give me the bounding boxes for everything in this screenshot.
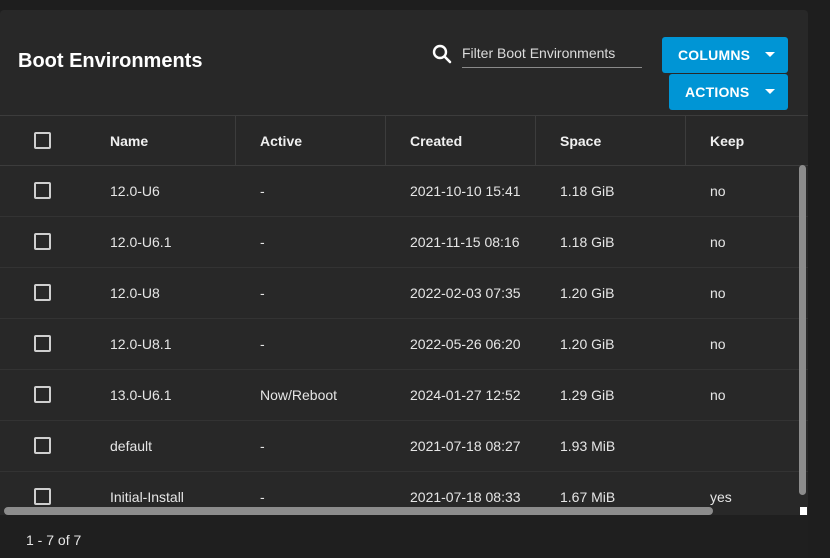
column-divider: [535, 116, 536, 165]
column-header-name[interactable]: Name: [110, 116, 148, 165]
page-title: Boot Environments: [18, 50, 203, 72]
chevron-down-icon: [752, 88, 788, 96]
cell-keep: no: [710, 234, 726, 250]
row-checkbox[interactable]: [34, 488, 51, 505]
cell-created: 2022-05-26 06:20: [410, 336, 521, 352]
table-row[interactable]: 12.0-U6.1 - 2021-11-15 08:16 1.18 GiB no: [0, 217, 808, 268]
cell-active: -: [260, 234, 265, 250]
row-checkbox[interactable]: [34, 335, 51, 352]
column-header-created[interactable]: Created: [410, 116, 462, 165]
table-row[interactable]: 12.0-U6 - 2021-10-10 15:41 1.18 GiB no: [0, 166, 808, 217]
cell-space: 1.18 GiB: [560, 183, 615, 199]
cell-space: 1.29 GiB: [560, 387, 615, 403]
cell-name: 12.0-U8.1: [110, 336, 172, 352]
column-header-space[interactable]: Space: [560, 116, 601, 165]
column-divider: [385, 116, 386, 165]
cell-space: 1.20 GiB: [560, 285, 615, 301]
select-all-checkbox[interactable]: [34, 132, 51, 149]
table-row[interactable]: default - 2021-07-18 08:27 1.93 MiB: [0, 421, 808, 472]
cell-name: 12.0-U6.1: [110, 234, 172, 250]
cell-name: 12.0-U6: [110, 183, 160, 199]
cell-name: default: [110, 438, 153, 454]
cell-space: 1.18 GiB: [560, 234, 615, 250]
cell-created: 2022-02-03 07:35: [410, 285, 521, 301]
cell-created: 2024-01-27 12:52: [410, 387, 521, 403]
column-divider: [235, 116, 236, 165]
table-footer: [0, 515, 808, 558]
row-checkbox[interactable]: [34, 284, 51, 301]
cell-keep: no: [710, 336, 726, 352]
pagination-range: 1 - 7 of 7: [26, 532, 82, 548]
filter-input[interactable]: Filter Boot Environments: [462, 43, 642, 68]
row-checkbox[interactable]: [34, 182, 51, 199]
cell-created: 2021-11-15 08:16: [410, 234, 520, 250]
actions-button-label: ACTIONS: [685, 84, 750, 100]
cell-keep: no: [710, 387, 726, 403]
cell-created: 2021-10-10 15:41: [410, 183, 521, 199]
row-checkbox[interactable]: [34, 386, 51, 403]
columns-button[interactable]: COLUMNS: [662, 37, 788, 73]
page-edge: [808, 0, 830, 558]
cell-space: 1.93 MiB: [560, 438, 616, 454]
cell-space: 1.20 GiB: [560, 336, 615, 352]
horizontal-scrollbar[interactable]: [4, 507, 713, 515]
row-checkbox[interactable]: [34, 437, 51, 454]
column-header-active[interactable]: Active: [260, 116, 302, 165]
cell-keep: no: [710, 183, 726, 199]
cell-active: -: [260, 183, 265, 199]
cell-active: -: [260, 285, 265, 301]
cell-name: 13.0-U6.1: [110, 387, 172, 403]
column-divider: [685, 116, 686, 165]
search-icon: [432, 44, 452, 64]
actions-button[interactable]: ACTIONS: [669, 74, 788, 110]
table-row[interactable]: 12.0-U8 - 2022-02-03 07:35 1.20 GiB no: [0, 268, 808, 319]
row-checkbox[interactable]: [34, 233, 51, 250]
table-header-row: Name Active Created Space Keep: [0, 115, 808, 166]
vertical-scrollbar[interactable]: [799, 165, 806, 495]
cell-active: -: [260, 336, 265, 352]
table-row[interactable]: 12.0-U8.1 - 2022-05-26 06:20 1.20 GiB no: [0, 319, 808, 370]
cell-active: -: [260, 438, 265, 454]
chevron-down-icon: [752, 51, 788, 59]
columns-button-label: COLUMNS: [678, 47, 751, 63]
cell-active: Now/Reboot: [260, 387, 338, 403]
cell-name: 12.0-U8: [110, 285, 160, 301]
boot-environments-table: Name Active Created Space Keep 12.0-U6 -…: [0, 115, 808, 523]
table-row[interactable]: 13.0-U6.1 Now/Reboot 2024-01-27 12:52 1.…: [0, 370, 808, 421]
filter-box: Filter Boot Environments: [432, 34, 642, 69]
scrollbar-corner: [800, 507, 807, 515]
cell-keep: no: [710, 285, 726, 301]
column-header-keep[interactable]: Keep: [710, 116, 744, 165]
cell-created: 2021-07-18 08:27: [410, 438, 521, 454]
